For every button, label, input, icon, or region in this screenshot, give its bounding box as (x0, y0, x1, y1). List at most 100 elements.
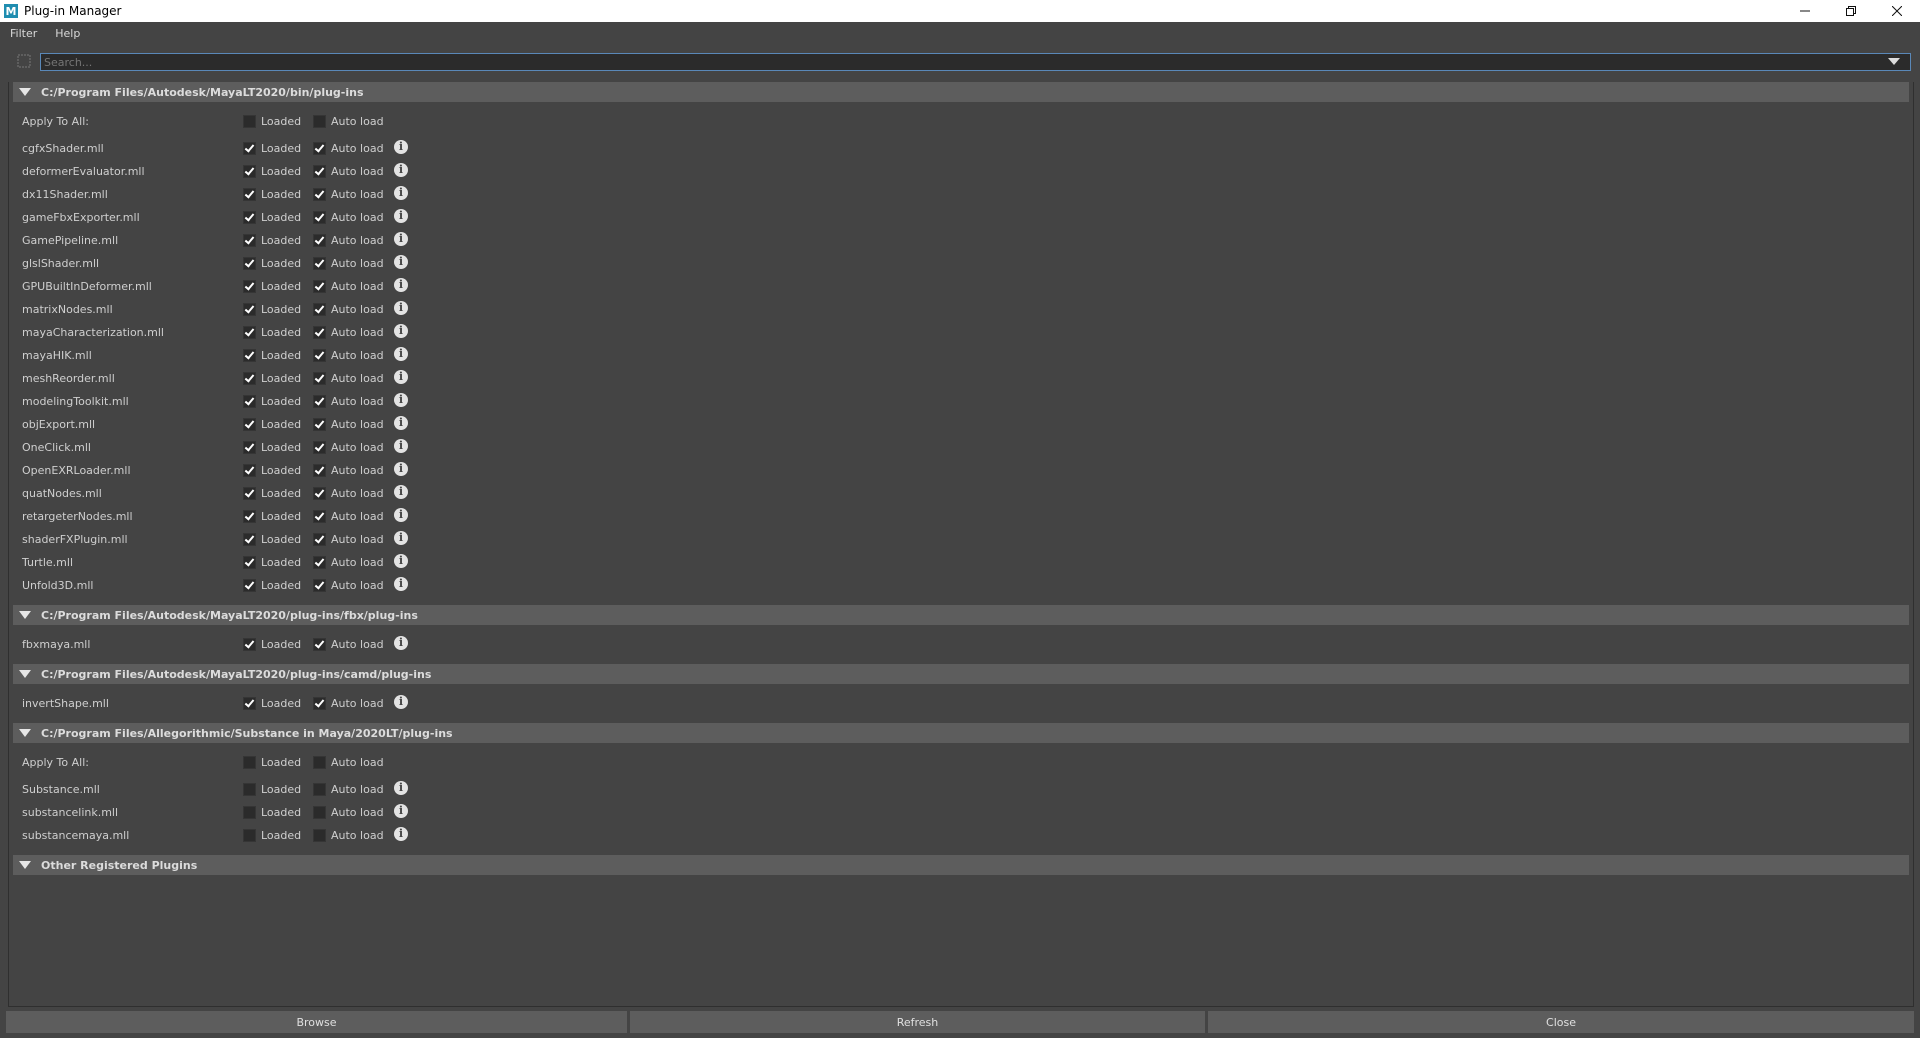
info-icon[interactable]: i (394, 416, 408, 430)
autoload-checkbox[interactable] (313, 188, 326, 201)
filter-icon[interactable] (17, 54, 31, 68)
info-icon[interactable]: i (394, 508, 408, 522)
chevron-down-icon[interactable] (1888, 58, 1900, 65)
autoload-checkbox[interactable] (313, 487, 326, 500)
info-icon[interactable]: i (394, 462, 408, 476)
loaded-checkbox[interactable] (243, 783, 256, 796)
autoload-checkbox[interactable] (313, 829, 326, 842)
autoload-checkbox[interactable] (313, 257, 326, 270)
autoload-checkbox[interactable] (313, 697, 326, 710)
menu-help[interactable]: Help (45, 27, 88, 40)
loaded-checkbox[interactable] (243, 165, 256, 178)
autoload-checkbox[interactable] (313, 211, 326, 224)
loaded-checkbox[interactable] (243, 756, 256, 769)
loaded-checkbox[interactable] (243, 829, 256, 842)
autoload-checkbox[interactable] (313, 464, 326, 477)
loaded-checkbox[interactable] (243, 806, 256, 819)
info-icon[interactable]: i (394, 636, 408, 650)
autoload-checkbox[interactable] (313, 556, 326, 569)
browse-button[interactable]: Browse (6, 1011, 627, 1033)
info-icon[interactable]: i (394, 186, 408, 200)
minimize-button[interactable] (1782, 0, 1828, 22)
autoload-checkbox[interactable] (313, 349, 326, 362)
loaded-checkbox[interactable] (243, 556, 256, 569)
autoload-checkbox[interactable] (313, 756, 326, 769)
autoload-checkbox[interactable] (313, 441, 326, 454)
autoload-checkbox[interactable] (313, 533, 326, 546)
loaded-checkbox[interactable] (243, 510, 256, 523)
section-header[interactable]: C:/Program Files/Autodesk/MayaLT2020/bin… (13, 82, 1909, 102)
autoload-checkbox[interactable] (313, 280, 326, 293)
info-icon[interactable]: i (394, 301, 408, 315)
loaded-checkbox[interactable] (243, 638, 256, 651)
info-icon[interactable]: i (394, 577, 408, 591)
info-icon[interactable]: i (394, 370, 408, 384)
section-header[interactable]: Other Registered Plugins (13, 855, 1909, 875)
loaded-checkbox[interactable] (243, 487, 256, 500)
autoload-checkbox[interactable] (313, 579, 326, 592)
loaded-checkbox[interactable] (243, 142, 256, 155)
info-icon[interactable]: i (394, 209, 408, 223)
loaded-checkbox[interactable] (243, 234, 256, 247)
loaded-checkbox[interactable] (243, 372, 256, 385)
info-icon[interactable]: i (394, 781, 408, 795)
info-icon[interactable]: i (394, 439, 408, 453)
autoload-checkbox[interactable] (313, 783, 326, 796)
info-icon[interactable]: i (394, 531, 408, 545)
info-icon[interactable]: i (394, 255, 408, 269)
loaded-checkbox[interactable] (243, 349, 256, 362)
collapse-arrow-icon[interactable] (19, 670, 31, 678)
autoload-checkbox[interactable] (313, 326, 326, 339)
info-icon[interactable]: i (394, 347, 408, 361)
info-icon[interactable]: i (394, 804, 408, 818)
section-header[interactable]: C:/Program Files/Autodesk/MayaLT2020/plu… (13, 664, 1909, 684)
autoload-checkbox[interactable] (313, 395, 326, 408)
info-icon[interactable]: i (394, 554, 408, 568)
autoload-checkbox[interactable] (313, 142, 326, 155)
loaded-checkbox[interactable] (243, 257, 256, 270)
autoload-checkbox[interactable] (313, 638, 326, 651)
autoload-checkbox[interactable] (313, 165, 326, 178)
collapse-arrow-icon[interactable] (19, 611, 31, 619)
autoload-checkbox[interactable] (313, 115, 326, 128)
section-header[interactable]: C:/Program Files/Allegorithmic/Substance… (13, 723, 1909, 743)
info-icon[interactable]: i (394, 232, 408, 246)
section-header[interactable]: C:/Program Files/Autodesk/MayaLT2020/plu… (13, 605, 1909, 625)
restore-button[interactable] (1828, 0, 1874, 22)
loaded-checkbox[interactable] (243, 188, 256, 201)
collapse-arrow-icon[interactable] (19, 88, 31, 96)
autoload-checkbox[interactable] (313, 372, 326, 385)
loaded-checkbox[interactable] (243, 211, 256, 224)
info-icon[interactable]: i (394, 278, 408, 292)
autoload-checkbox[interactable] (313, 303, 326, 316)
info-icon[interactable]: i (394, 695, 408, 709)
close-window-button[interactable] (1874, 0, 1920, 22)
autoload-checkbox[interactable] (313, 806, 326, 819)
loaded-checkbox[interactable] (243, 464, 256, 477)
collapse-arrow-icon[interactable] (19, 861, 31, 869)
loaded-checkbox[interactable] (243, 326, 256, 339)
info-icon[interactable]: i (394, 393, 408, 407)
loaded-checkbox[interactable] (243, 579, 256, 592)
loaded-checkbox[interactable] (243, 418, 256, 431)
autoload-checkbox[interactable] (313, 510, 326, 523)
info-icon[interactable]: i (394, 163, 408, 177)
menu-filter[interactable]: Filter (0, 27, 45, 40)
collapse-arrow-icon[interactable] (19, 729, 31, 737)
info-icon[interactable]: i (394, 324, 408, 338)
info-icon[interactable]: i (394, 485, 408, 499)
close-button[interactable]: Close (1208, 1011, 1914, 1033)
loaded-checkbox[interactable] (243, 533, 256, 546)
loaded-checkbox[interactable] (243, 697, 256, 710)
search-input[interactable] (40, 53, 1911, 71)
autoload-checkbox[interactable] (313, 234, 326, 247)
info-icon[interactable]: i (394, 140, 408, 154)
loaded-checkbox[interactable] (243, 441, 256, 454)
loaded-checkbox[interactable] (243, 303, 256, 316)
refresh-button[interactable]: Refresh (630, 1011, 1205, 1033)
info-icon[interactable]: i (394, 827, 408, 841)
loaded-checkbox[interactable] (243, 280, 256, 293)
autoload-checkbox[interactable] (313, 418, 326, 431)
loaded-checkbox[interactable] (243, 395, 256, 408)
loaded-checkbox[interactable] (243, 115, 256, 128)
